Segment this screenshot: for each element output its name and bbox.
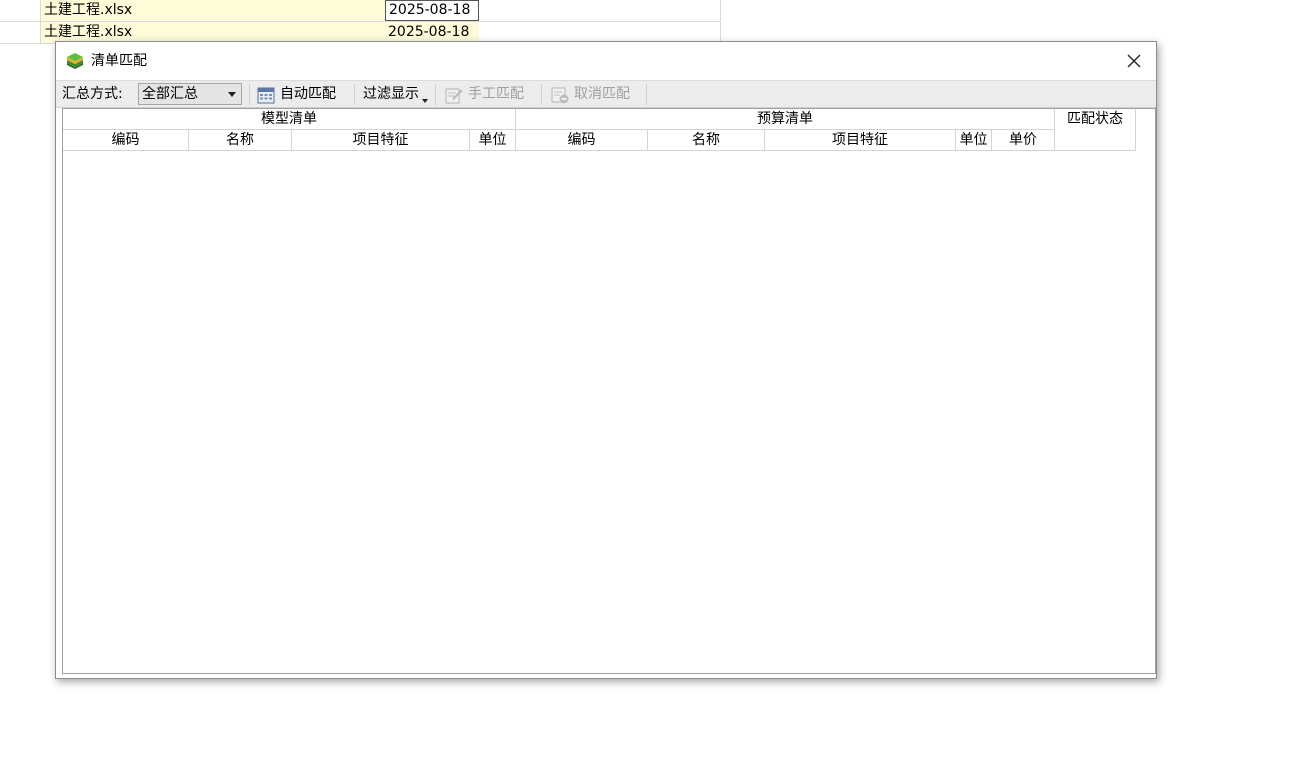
column-header-budget-name[interactable]: 名称	[648, 130, 765, 151]
column-header-budget-unit[interactable]: 单位	[956, 130, 992, 151]
summary-mode-label: 汇总方式:	[62, 86, 123, 102]
match-grid[interactable]: 模型清单 预算清单 匹配状态 编码 名称 项目特征 单位 编码 名称 项目特征 …	[62, 108, 1156, 674]
dropdown-arrow-icon	[422, 99, 428, 103]
toolbar-separator	[541, 84, 542, 105]
cancel-match-label: 取消匹配	[574, 86, 630, 102]
sheet-row[interactable]: 土建工程.xlsx 2025-08-18	[0, 0, 721, 22]
manual-match-label: 手工匹配	[468, 86, 524, 102]
edit-document-icon	[445, 86, 463, 104]
sheet-cell-date[interactable]: 2025-08-18	[385, 22, 479, 43]
dialog-title: 清单匹配	[91, 53, 147, 69]
auto-match-label: 自动匹配	[280, 86, 336, 102]
toolbar: 汇总方式: 全部汇总 自动匹配 过滤显示 手工匹配 取消匹配	[56, 80, 1156, 108]
cancel-match-button[interactable]: 取消匹配	[551, 81, 630, 108]
toolbar-separator	[435, 84, 436, 105]
column-header-model-code[interactable]: 编码	[63, 130, 189, 151]
group-header-status: 匹配状态	[1055, 109, 1136, 151]
toolbar-separator	[249, 84, 250, 105]
dialog-titlebar[interactable]: 清单匹配	[56, 42, 1156, 80]
sheet-cell-file[interactable]: 土建工程.xlsx	[41, 0, 385, 21]
summary-mode-value: 全部汇总	[142, 86, 198, 102]
list-match-dialog: 清单匹配 汇总方式: 全部汇总 自动匹配 过滤显示 手工匹配 取消匹配 模型清单…	[55, 41, 1157, 679]
filter-display-button[interactable]: 过滤显示	[363, 81, 419, 108]
auto-match-button[interactable]: 自动匹配	[257, 81, 336, 108]
toolbar-separator	[646, 84, 647, 105]
manual-match-button[interactable]: 手工匹配	[445, 81, 524, 108]
filter-display-label: 过滤显示	[363, 86, 419, 102]
remove-document-icon	[551, 86, 569, 104]
stacked-layers-icon	[65, 51, 85, 71]
close-icon	[1127, 54, 1141, 68]
column-header-model-unit[interactable]: 单位	[470, 130, 516, 151]
sheet-cell-date[interactable]: 2025-08-18	[385, 0, 479, 21]
column-header-budget-price[interactable]: 单价	[992, 130, 1055, 151]
column-header-model-feature[interactable]: 项目特征	[292, 130, 470, 151]
calendar-grid-icon	[257, 86, 275, 104]
summary-mode-select[interactable]: 全部汇总	[138, 83, 242, 105]
sheet-cell-file[interactable]: 土建工程.xlsx	[41, 22, 385, 43]
column-header-budget-code[interactable]: 编码	[516, 130, 648, 151]
background-spreadsheet: 土建工程.xlsx 2025-08-18 土建工程.xlsx 2025-08-1…	[0, 0, 721, 44]
toolbar-separator	[354, 84, 355, 105]
group-header-budget: 预算清单	[516, 109, 1055, 130]
chevron-down-icon	[228, 92, 236, 97]
close-button[interactable]	[1112, 42, 1156, 80]
group-header-model: 模型清单	[63, 109, 516, 130]
column-header-model-name[interactable]: 名称	[189, 130, 292, 151]
column-header-budget-feature[interactable]: 项目特征	[765, 130, 956, 151]
